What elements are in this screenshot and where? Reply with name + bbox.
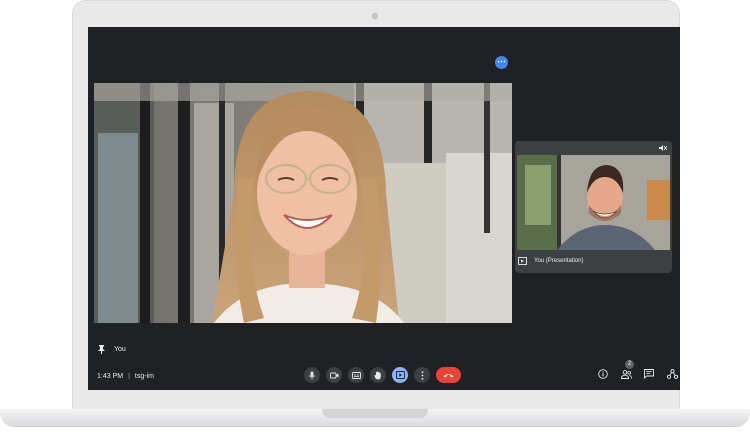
microphone-button[interactable] — [304, 367, 320, 383]
present-screen-icon — [395, 371, 405, 379]
activities-button[interactable] — [665, 367, 679, 381]
meeting-code[interactable]: tsg-im — [135, 373, 154, 380]
self-video-image — [517, 155, 670, 250]
present-button[interactable] — [392, 367, 408, 383]
self-tile-caption: You (Presentation) — [518, 254, 583, 268]
self-video — [517, 155, 670, 250]
info-icon — [598, 369, 608, 379]
laptop-base-notch — [322, 409, 428, 418]
more-options-button[interactable] — [414, 367, 430, 383]
laptop-camera — [372, 13, 378, 19]
chat-button[interactable] — [642, 367, 656, 381]
meeting-time: 1:43 PM — [97, 373, 124, 380]
people-count-badge: 2 — [625, 360, 634, 369]
raise-hand-icon — [374, 371, 381, 379]
people-icon — [620, 369, 632, 379]
meet-screen: ⋯ You (Presentation) You 1:43 PM | tsg-i… — [88, 27, 680, 390]
more-options-icon[interactable]: ⋯ — [495, 56, 508, 69]
chat-icon — [644, 369, 654, 379]
main-video-image — [94, 83, 512, 323]
more-vert-icon — [421, 370, 423, 380]
self-view-tile[interactable]: You (Presentation) — [515, 141, 672, 273]
activities-icon — [666, 369, 678, 379]
call-controls — [304, 367, 461, 383]
meeting-separator: | — [128, 373, 130, 380]
captions-icon — [351, 371, 361, 379]
main-video — [94, 83, 512, 323]
raise-hand-button[interactable] — [370, 367, 386, 383]
info-button[interactable] — [596, 367, 610, 381]
people-button[interactable]: 2 — [619, 360, 634, 381]
self-tile-label: You (Presentation) — [534, 258, 584, 264]
captions-button[interactable] — [348, 367, 364, 383]
pinned-participant: You — [98, 345, 126, 354]
side-panel-controls: 2 — [596, 360, 679, 381]
end-call-button[interactable] — [436, 367, 461, 383]
pinned-label: You — [114, 346, 126, 353]
pin-icon[interactable] — [98, 345, 105, 354]
microphone-icon — [308, 371, 316, 379]
present-screen-icon — [518, 257, 527, 265]
camera-button[interactable] — [326, 367, 342, 383]
muted-speaker-icon — [659, 145, 667, 151]
meeting-details: 1:43 PM | tsg-im — [97, 373, 154, 380]
end-call-icon — [443, 373, 454, 377]
camera-icon — [329, 372, 338, 378]
